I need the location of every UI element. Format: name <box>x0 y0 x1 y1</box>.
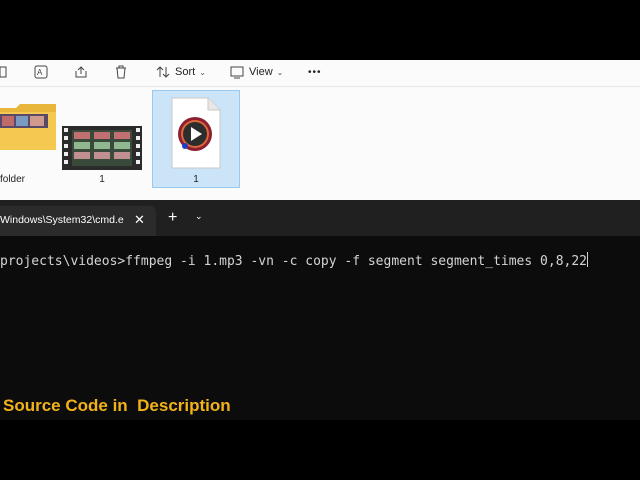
file-explorer-window: A Sort ⌄ View ⌄ ••• folder 1 1 <box>0 60 640 200</box>
file-item-video[interactable]: 1 <box>58 90 146 188</box>
explorer-toolbar: A Sort ⌄ View ⌄ ••• <box>0 60 640 84</box>
chevron-down-icon: ⌄ <box>276 67 284 77</box>
delete-button[interactable] <box>114 60 128 84</box>
terminal-window: Windows\System32\cmd.e ✕ + ⌄ projects\vi… <box>0 200 640 420</box>
file-item-audio-selected[interactable]: 1 <box>152 90 240 188</box>
rename-button[interactable] <box>0 60 8 84</box>
caption-overlay: Source Code in Description <box>3 396 231 415</box>
share-text-button[interactable]: A <box>34 60 48 84</box>
svg-text:A: A <box>37 68 43 77</box>
command-line[interactable]: projects\videos>ffmpeg -i 1.mp3 -vn -c c… <box>0 252 588 269</box>
tab-title: Windows\System32\cmd.e <box>0 214 124 226</box>
toolbar-divider <box>0 86 640 87</box>
file-name: 1 <box>99 174 105 185</box>
file-name: 1 <box>193 174 199 185</box>
more-options-button[interactable]: ••• <box>308 60 322 84</box>
video-thumbnail-icon <box>62 126 142 170</box>
sort-label: Sort <box>175 66 196 78</box>
view-icon <box>230 66 244 79</box>
terminal-tab-bar: Windows\System32\cmd.e ✕ + ⌄ <box>0 200 640 236</box>
more-icon: ••• <box>308 66 322 78</box>
media-file-icon <box>171 97 221 169</box>
text-cursor <box>587 252 588 267</box>
new-tab-button[interactable]: + <box>168 209 177 227</box>
close-icon[interactable]: ✕ <box>134 212 145 228</box>
view-label: View <box>249 66 273 78</box>
chevron-down-icon: ⌄ <box>199 67 206 77</box>
sort-button[interactable]: Sort ⌄ <box>156 60 206 84</box>
share-button[interactable] <box>74 60 88 84</box>
chevron-down-icon[interactable]: ⌄ <box>195 211 203 222</box>
command-text: projects\videos>ffmpeg -i 1.mp3 -vn -c c… <box>0 254 587 269</box>
sort-icon <box>156 66 170 78</box>
rename-icon <box>0 66 7 78</box>
view-button[interactable]: View ⌄ <box>230 60 283 84</box>
folder-icon <box>0 104 56 150</box>
share-icon <box>75 66 87 78</box>
terminal-tab[interactable]: Windows\System32\cmd.e ✕ <box>0 206 156 236</box>
translate-icon: A <box>34 65 48 79</box>
trash-icon <box>116 65 126 79</box>
